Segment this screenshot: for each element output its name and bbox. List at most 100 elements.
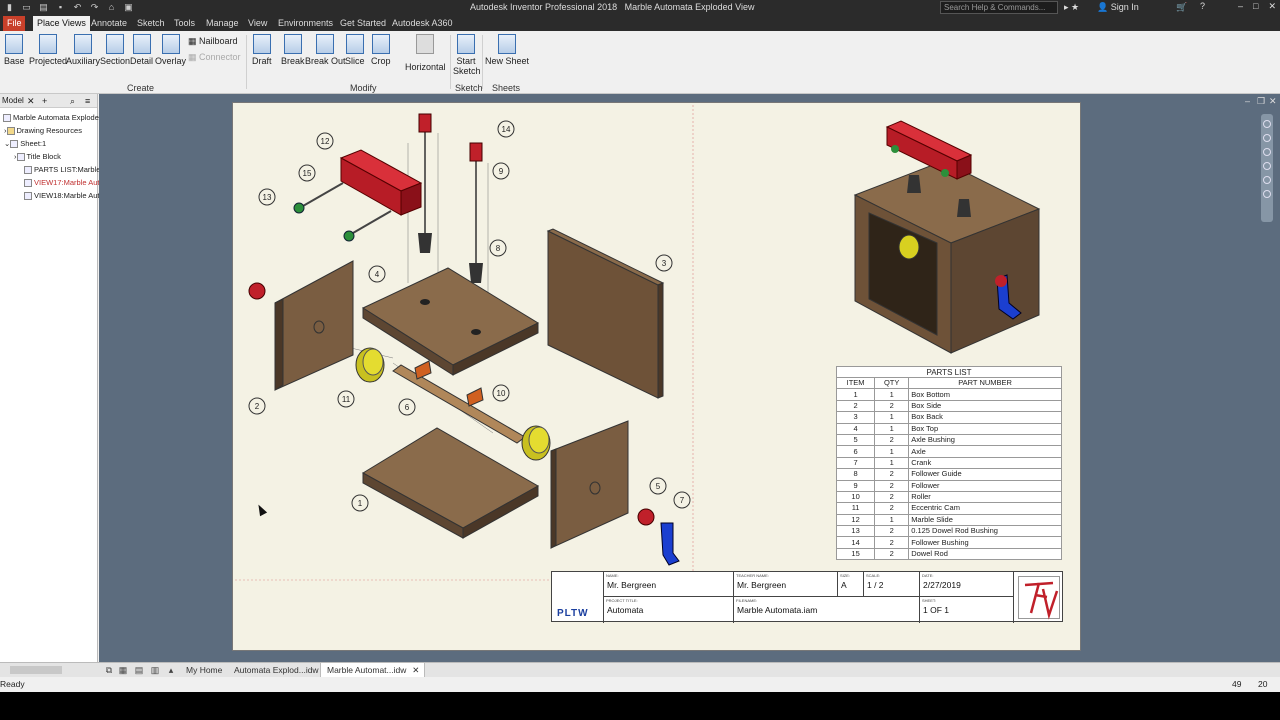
parts-list-row[interactable]: 14 2 Follower Bushing bbox=[835, 536, 1062, 549]
tile-icon[interactable]: ▦ bbox=[118, 665, 128, 675]
help-icon[interactable]: ? bbox=[1200, 1, 1205, 11]
cascade-icon[interactable]: ⧉ bbox=[104, 665, 114, 675]
new-sheet-button[interactable]: New Sheet bbox=[485, 34, 529, 66]
parts-list-table[interactable]: PARTS LIST ITEM QTY PART NUMBER 1 1 Box Bo… bbox=[835, 366, 1062, 561]
tab-manage[interactable]: Manage bbox=[202, 16, 243, 31]
viewcube-icon[interactable] bbox=[1263, 120, 1271, 128]
base-view-button[interactable]: Base bbox=[4, 34, 25, 66]
section-view-label: Section bbox=[100, 56, 131, 66]
browser-node-view17[interactable]: VIEW17:Marble Aut bbox=[24, 177, 99, 188]
look-icon[interactable] bbox=[1263, 176, 1271, 184]
canvas-restore-icon[interactable]: ❐ bbox=[1257, 96, 1265, 107]
pan-icon[interactable] bbox=[1263, 134, 1271, 142]
parts-list-row[interactable]: 4 1 Box Top bbox=[835, 422, 1062, 435]
draft-icon bbox=[252, 34, 271, 54]
canvas-close-icon[interactable]: ✕ bbox=[1269, 96, 1277, 107]
arrange-horizontal-icon[interactable]: ▤ bbox=[134, 665, 144, 675]
sign-in-link[interactable]: 👤 Sign In bbox=[1097, 2, 1139, 13]
parts-list-row[interactable]: 8 2 Follower Guide bbox=[835, 468, 1062, 481]
parts-list-row[interactable]: 12 1 Marble Slide bbox=[835, 513, 1062, 527]
browser-node-parts-list[interactable]: PARTS LIST:Marble bbox=[24, 164, 100, 175]
nailboard-button[interactable]: ▦ Nailboard bbox=[188, 36, 238, 47]
tab-marble-automata[interactable]: Marble Automat...idw ✕ bbox=[320, 663, 426, 678]
zoom-window-icon[interactable] bbox=[1263, 190, 1271, 198]
parts-list-row[interactable]: 10 2 Roller bbox=[835, 490, 1062, 504]
browser-node-sheet[interactable]: ⌄ Sheet:1 bbox=[4, 138, 46, 149]
cart-icon[interactable]: 🛒 bbox=[1176, 2, 1187, 13]
projected-view-button[interactable]: Projected bbox=[29, 34, 67, 66]
slice-button[interactable]: Slice bbox=[345, 34, 365, 66]
tab-automata-exploded[interactable]: Automata Explod...idw bbox=[228, 663, 325, 678]
close-tab-icon[interactable]: ✕ bbox=[412, 663, 419, 678]
search-input[interactable]: Search Help & Commands... bbox=[940, 1, 1058, 14]
auxiliary-view-button[interactable]: Auxiliary bbox=[66, 34, 100, 66]
break-out-button[interactable]: Break Out bbox=[305, 34, 346, 66]
crop-button[interactable]: Crop bbox=[371, 34, 391, 66]
tab-autodesk-a360[interactable]: Autodesk A360 bbox=[388, 16, 457, 31]
tab-annotate[interactable]: Annotate bbox=[87, 16, 131, 31]
open-icon[interactable]: ▤ bbox=[38, 2, 49, 13]
parts-list-row[interactable]: 7 1 Crank bbox=[835, 456, 1062, 470]
zoom-icon[interactable] bbox=[1263, 148, 1271, 156]
close-icon[interactable]: ✕ bbox=[1268, 1, 1276, 12]
new-icon[interactable]: ▭ bbox=[21, 2, 32, 13]
tab-my-home[interactable]: My Home bbox=[180, 663, 228, 678]
item-cell: 9 bbox=[835, 479, 876, 492]
draft-button[interactable]: Draft bbox=[252, 34, 272, 66]
add-icon[interactable]: + bbox=[42, 94, 47, 108]
parts-list-row[interactable]: 3 1 Box Back bbox=[835, 411, 1062, 424]
undo-icon[interactable]: ↶ bbox=[72, 2, 83, 13]
arrange-vertical-icon[interactable]: ▥ bbox=[150, 665, 160, 675]
parts-list-row[interactable]: 9 2 Follower bbox=[835, 479, 1062, 492]
browser-scrollbar[interactable] bbox=[0, 666, 98, 674]
browser-node-drawing-resources[interactable]: › Drawing Resources bbox=[4, 125, 82, 136]
qty-cell: 2 bbox=[874, 490, 910, 504]
sheet-value: 1 OF 1 bbox=[923, 605, 949, 615]
detail-view-button[interactable]: Detail bbox=[130, 34, 153, 66]
scrollbar-thumb[interactable] bbox=[10, 666, 62, 674]
parts-list-row[interactable]: 1 1 Box Bottom bbox=[835, 388, 1062, 401]
browser-node-title-block[interactable]: › Title Block bbox=[14, 151, 61, 162]
maximize-icon[interactable]: □ bbox=[1253, 1, 1258, 12]
menu-icon[interactable]: ≡ bbox=[85, 94, 90, 108]
open-documents-icon[interactable]: ▴ bbox=[166, 665, 176, 675]
parts-list-row[interactable]: 2 2 Box Side bbox=[835, 399, 1062, 413]
canvas-minimize-icon[interactable]: – bbox=[1245, 96, 1250, 106]
qty-cell: 1 bbox=[874, 456, 910, 470]
tab-place-views[interactable]: Place Views bbox=[33, 16, 90, 31]
orbit-icon[interactable] bbox=[1263, 162, 1271, 170]
detail-view-icon bbox=[132, 34, 151, 54]
parts-list-row[interactable]: 13 2 0.125 Dowel Rod Bushing bbox=[835, 525, 1062, 538]
tab-file[interactable]: File bbox=[3, 16, 25, 31]
graphics-window[interactable]: – ❐ ✕ 12 14 15 9 13 8 3 4 2 11 6 10 1 5 … bbox=[99, 94, 1280, 662]
save-icon[interactable]: ▪ bbox=[55, 2, 66, 13]
break-button[interactable]: Break bbox=[281, 34, 305, 66]
app-menu-icon[interactable]: ▮ bbox=[4, 2, 15, 13]
svg-text:13: 13 bbox=[263, 193, 272, 202]
close-icon[interactable]: ✕ bbox=[27, 94, 35, 108]
tab-view[interactable]: View bbox=[244, 16, 271, 31]
print-icon[interactable]: ▣ bbox=[123, 2, 134, 13]
parts-list-row[interactable]: 6 1 Axle bbox=[835, 445, 1062, 458]
start-sketch-button[interactable]: Start Sketch bbox=[453, 34, 481, 76]
horizontal-button[interactable]: Horizontal bbox=[405, 34, 446, 72]
node-label: Sheet:1 bbox=[20, 139, 47, 148]
section-view-button[interactable]: Section bbox=[100, 34, 130, 66]
tab-environments[interactable]: Environments bbox=[274, 16, 337, 31]
browser-node-view18[interactable]: VIEW18:Marble Aut bbox=[24, 190, 99, 201]
minimize-icon[interactable]: – bbox=[1238, 1, 1243, 12]
overlay-view-button[interactable]: Overlay bbox=[155, 34, 186, 66]
tab-get-started[interactable]: Get Started bbox=[336, 16, 390, 31]
navigation-bar[interactable] bbox=[1261, 114, 1273, 222]
search-go-icon[interactable]: ▸ ★ bbox=[1064, 2, 1079, 13]
browser-node-root[interactable]: Marble Automata Explode bbox=[3, 112, 99, 123]
tab-sketch[interactable]: Sketch bbox=[133, 16, 169, 31]
parts-list-row[interactable]: 5 2 Axle Bushing bbox=[835, 433, 1062, 447]
parts-list-row[interactable]: 11 2 Eccentric Cam bbox=[835, 502, 1062, 515]
home-icon[interactable]: ⌂ bbox=[106, 2, 117, 13]
search-icon[interactable]: ⌕ bbox=[70, 94, 75, 108]
parts-list-row[interactable]: 15 2 Dowel Rod bbox=[835, 547, 1062, 561]
drawing-sheet[interactable]: 12 14 15 9 13 8 3 4 2 11 6 10 1 5 7 PART… bbox=[232, 102, 1081, 651]
redo-icon[interactable]: ↷ bbox=[89, 2, 100, 13]
tab-tools[interactable]: Tools bbox=[170, 16, 199, 31]
